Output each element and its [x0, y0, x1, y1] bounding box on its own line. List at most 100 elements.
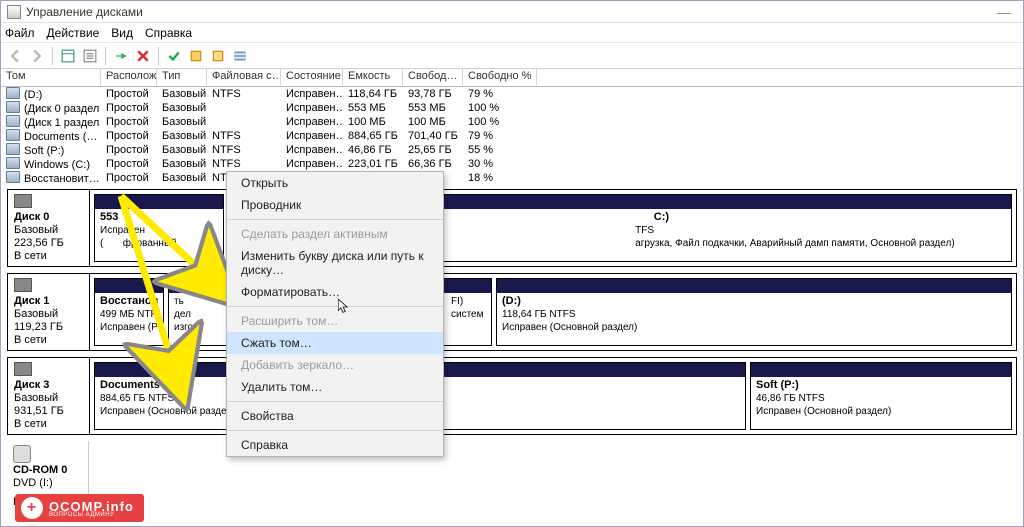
volume-cell: 93,78 ГБ — [403, 87, 463, 101]
col-free[interactable]: Свобод… — [403, 69, 463, 86]
cdrom-icon — [13, 445, 31, 463]
volume-row[interactable]: (Диск 0 раздел 1)ПростойБазовыйИсправен…… — [1, 101, 1023, 115]
partition[interactable]: (D:) 118,64 ГБ NTFS Исправен (Основной р… — [496, 278, 1012, 346]
menu-action[interactable]: Действие — [47, 23, 100, 42]
disk-row[interactable]: Диск 1 Базовый 119,23 ГБ В сети Восстано… — [7, 273, 1017, 351]
toolbar — [1, 43, 1023, 69]
disk-status: В сети — [14, 418, 83, 430]
menu-open[interactable]: Открыть — [227, 172, 443, 194]
volume-cell: Простой — [101, 157, 157, 171]
volume-cell: Базовый — [157, 115, 207, 129]
menu-help[interactable]: Справка — [227, 434, 443, 456]
partition[interactable]: Восстанов 499 МБ NTF Исправен (Р — [94, 278, 164, 346]
show-button[interactable] — [58, 46, 78, 66]
col-layout[interactable]: Располож… — [101, 69, 157, 86]
disk-type: DVD (I:) — [13, 477, 82, 489]
plus-icon: + — [21, 497, 43, 519]
volume-cell: Простой — [101, 143, 157, 157]
menu-change-letter[interactable]: Изменить букву диска или путь к диску… — [227, 245, 443, 281]
properties-button[interactable] — [80, 46, 100, 66]
volume-icon — [6, 157, 20, 169]
menu-separator — [227, 401, 443, 402]
volume-row[interactable]: Windows (C:)ПростойБазовыйNTFSИсправен…2… — [1, 157, 1023, 171]
menu-activate: Сделать раздел активным — [227, 223, 443, 245]
volume-list[interactable]: (D:)ПростойБазовыйNTFSИсправен…118,64 ГБ… — [1, 87, 1023, 183]
separator — [52, 47, 53, 65]
watermark: + OCOMP.info ВОПРОСЫ АДМИНУ — [15, 494, 144, 522]
volume-icon — [6, 129, 20, 141]
partition[interactable]: Soft (P:) 46,86 ГБ NTFS Исправен (Основн… — [750, 362, 1012, 430]
volume-row[interactable]: Восстановит…ПростойБазовыйNTFSИсправен…4… — [1, 171, 1023, 183]
volume-cell: Простой — [101, 129, 157, 143]
menu-extend: Расширить том… — [227, 310, 443, 332]
disk-row[interactable]: CD-ROM 0 DVD (I:) Нет носителя — [7, 441, 1017, 512]
list-button[interactable] — [230, 46, 250, 66]
check-button[interactable] — [164, 46, 184, 66]
volume-row[interactable]: (D:)ПростойБазовыйNTFSИсправен…118,64 ГБ… — [1, 87, 1023, 101]
disk-header: Диск 3 Базовый 931,51 ГБ В сети — [8, 358, 90, 434]
volume-icon — [6, 87, 20, 99]
menu-file[interactable]: Файл — [5, 23, 35, 42]
volume-cell: Исправен… — [281, 157, 343, 171]
volume-row[interactable]: Soft (P:)ПростойБазовыйNTFSИсправен…46,8… — [1, 143, 1023, 157]
volume-icon — [6, 115, 20, 127]
disk-header: Диск 1 Базовый 119,23 ГБ В сети — [8, 274, 90, 350]
col-freepct[interactable]: Свободно % — [463, 69, 537, 86]
volume-cell: 100 МБ — [403, 115, 463, 129]
volume-row[interactable]: Documents (…ПростойБазовыйNTFSИсправен…8… — [1, 129, 1023, 143]
column-headers: Том Располож… Тип Файловая с… Состояние … — [1, 69, 1023, 87]
menu-properties[interactable]: Свойства — [227, 405, 443, 427]
forward-button — [27, 46, 47, 66]
disk-size: 223,56 ГБ — [14, 237, 83, 249]
volume-cell: Базовый — [157, 129, 207, 143]
menu-delete[interactable]: Удалить том… — [227, 376, 443, 398]
volume-row[interactable]: (Диск 1 раздел 2)ПростойБазовыйИсправен…… — [1, 115, 1023, 129]
refresh-button[interactable] — [111, 46, 131, 66]
disk-title: Диск 3 — [14, 379, 83, 391]
volume-cell: 223,01 ГБ — [343, 157, 403, 171]
volume-cell: 79 % — [463, 129, 537, 143]
menu-format[interactable]: Форматировать… — [227, 281, 443, 303]
volume-cell: NTFS — [207, 129, 281, 143]
volume-cell: (D:) — [1, 87, 101, 101]
volume-cell: 18 % — [463, 171, 537, 183]
col-capacity[interactable]: Емкость — [343, 69, 403, 86]
disk-type: Базовый — [14, 308, 83, 320]
menu-explorer[interactable]: Проводник — [227, 194, 443, 216]
menu-separator — [227, 219, 443, 220]
menu-help[interactable]: Справка — [145, 23, 192, 42]
new-volume-button[interactable] — [186, 46, 206, 66]
disk-row[interactable]: Диск 3 Базовый 931,51 ГБ В сети Document… — [7, 357, 1017, 435]
help-button[interactable] — [208, 46, 228, 66]
menu-view[interactable]: Вид — [111, 23, 133, 42]
volume-cell: 66,36 ГБ — [403, 157, 463, 171]
disk-row[interactable]: Диск 0 Базовый 223,56 ГБ В сети 553 Испр… — [7, 189, 1017, 267]
disk-title: Диск 1 — [14, 295, 83, 307]
partition[interactable]: 553 Исправен ( фрованный — [94, 194, 224, 262]
delete-button[interactable] — [133, 46, 153, 66]
volume-cell: Soft (P:) — [1, 143, 101, 157]
partition[interactable]: ть дел изгото — [168, 278, 228, 346]
volume-cell: 100 МБ — [343, 115, 403, 129]
volume-cell: Базовый — [157, 171, 207, 183]
disk-size: 119,23 ГБ — [14, 321, 83, 333]
col-status[interactable]: Состояние — [281, 69, 343, 86]
col-fs[interactable]: Файловая с… — [207, 69, 281, 86]
disk-type: Базовый — [14, 392, 83, 404]
volume-cell: 553 МБ — [343, 101, 403, 115]
titlebar[interactable]: Управление дисками — — [1, 1, 1023, 23]
partition-body: 553 Исправен ( фрованный — [95, 209, 223, 252]
col-type[interactable]: Тип — [157, 69, 207, 86]
volume-cell: 118,64 ГБ — [343, 87, 403, 101]
volume-icon — [6, 101, 20, 113]
menu-separator — [227, 430, 443, 431]
menu-shrink[interactable]: Сжать том… — [227, 332, 443, 354]
minimize-button[interactable]: — — [991, 1, 1017, 23]
volume-cell: Windows (C:) — [1, 157, 101, 171]
volume-cell: Documents (… — [1, 129, 101, 143]
col-volume[interactable]: Том — [1, 69, 101, 86]
disk-icon — [14, 362, 32, 376]
volume-cell: 553 МБ — [403, 101, 463, 115]
volume-cell: Исправен… — [281, 115, 343, 129]
disk-title: CD-ROM 0 — [13, 464, 82, 476]
